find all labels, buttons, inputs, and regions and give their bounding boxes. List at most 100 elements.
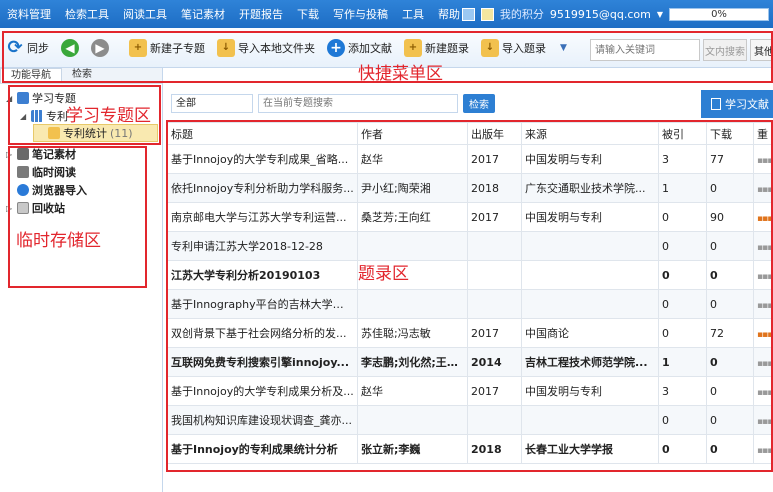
note-icon[interactable] bbox=[480, 7, 494, 21]
cell-year: 2017 bbox=[467, 318, 522, 348]
cell-author: 张立新;李巍 bbox=[357, 434, 468, 464]
back-button[interactable]: ◀ bbox=[55, 33, 85, 63]
record-add-icon: + bbox=[404, 38, 422, 57]
expand-icon[interactable]: ▷ bbox=[6, 150, 14, 159]
project-search-input[interactable] bbox=[258, 94, 458, 113]
importance-icon: ▪▪▪ bbox=[757, 445, 773, 456]
table-row[interactable]: 基于Innojoy的大学专利成果_省略... 赵华 2017 中国发明与专利 3 77 ▪▪… bbox=[167, 144, 773, 174]
other-button[interactable]: 其他 bbox=[750, 39, 773, 61]
learn-doc-button[interactable]: 学习文献 bbox=[701, 90, 773, 118]
import-folder-button[interactable]: ↓ 导入本地文件夹 bbox=[211, 33, 321, 63]
cell-author bbox=[357, 231, 468, 261]
more-dropdown-icon[interactable]: ▼ bbox=[552, 43, 575, 53]
add-doc-button[interactable]: + 添加文献 bbox=[321, 33, 398, 63]
cell-source: 中国发明与专利 bbox=[521, 376, 659, 406]
tree-item-browser-import[interactable]: 浏览器导入 bbox=[6, 182, 87, 198]
importance-icon: ▪▪▪ bbox=[757, 184, 773, 195]
tree-label: 临时阅读 bbox=[32, 166, 76, 179]
tree-item-patent[interactable]: ◢ 专利 bbox=[20, 108, 68, 124]
collapse-icon[interactable]: ◢ bbox=[20, 112, 28, 121]
temp-storage-label: 临时存储区 bbox=[16, 231, 101, 251]
importance-cell[interactable]: ▪▪▪ bbox=[753, 318, 773, 348]
cell-download: 90 bbox=[706, 202, 754, 232]
expand-icon[interactable]: ▷ bbox=[6, 204, 14, 213]
table-row[interactable]: 基于Innojoy的专利成果统计分析 张立新;李巍 2018 长春工业大学学报 0 0 ▪▪… bbox=[167, 434, 773, 464]
cell-author: 赵华 bbox=[357, 144, 468, 174]
table-row[interactable]: 江苏大学专利分析20190103 0 0 ▪▪▪ bbox=[167, 260, 773, 290]
import-record-button[interactable]: ↓ 导入题录 bbox=[475, 33, 552, 63]
importance-icon: ▪▪▪ bbox=[757, 416, 773, 427]
menu-item[interactable]: 开题报告 bbox=[232, 6, 290, 22]
table-row[interactable]: 我国机构知识库建设现状调查_龚亦... 0 0 ▪▪▪ bbox=[167, 405, 773, 435]
cell-author: 尹小红;陶荣湘 bbox=[357, 173, 468, 203]
cell-year: 2018 bbox=[467, 434, 522, 464]
cell-title: 基于Innojoy的专利成果统计分析 bbox=[167, 434, 358, 464]
tab-navigation[interactable]: 功能导航 bbox=[0, 68, 62, 83]
column-header[interactable]: 作者 bbox=[357, 122, 468, 145]
keyword-input[interactable] bbox=[590, 39, 700, 61]
cell-download: 0 bbox=[706, 289, 754, 319]
menu-item[interactable]: 下载 bbox=[290, 6, 326, 22]
column-header[interactable]: 被引 bbox=[658, 122, 707, 145]
collapse-icon[interactable]: ◢ bbox=[6, 94, 14, 103]
account-name[interactable]: 9519915@qq.com bbox=[550, 8, 651, 21]
cell-year bbox=[467, 260, 522, 290]
importance-cell[interactable]: ▪▪▪ bbox=[753, 347, 773, 377]
new-record-button[interactable]: + 新建题录 bbox=[398, 33, 475, 63]
import-folder-label: 导入本地文件夹 bbox=[238, 41, 315, 55]
column-header[interactable]: 下载 bbox=[706, 122, 754, 145]
tree-item-recycle[interactable]: ▷ 回收站 bbox=[6, 200, 65, 216]
menu-item[interactable]: 资料管理 bbox=[0, 6, 58, 22]
tree-item-patent-stats[interactable]: 专利统计 (11) bbox=[33, 124, 158, 142]
table-row[interactable]: 基于Innojoy的大学专利成果分析及... 赵华 2017 中国发明与专利 3 0 ▪▪▪ bbox=[167, 376, 773, 406]
table-row[interactable]: 依托Innojoy专利分析助力学科服务... 尹小红;陶荣湘 2018 广东交通职业技… bbox=[167, 173, 773, 203]
menu-item[interactable]: 阅读工具 bbox=[116, 6, 174, 22]
chevron-down-icon[interactable]: ▼ bbox=[657, 10, 663, 19]
new-subject-button[interactable]: + 新建子专题 bbox=[123, 33, 211, 63]
column-header[interactable]: 标题 bbox=[167, 122, 358, 145]
menu-item[interactable]: 检索工具 bbox=[58, 6, 116, 22]
tree-item-notes[interactable]: ▷ 笔记素材 bbox=[6, 146, 76, 162]
menu-bar: 资料管理 检索工具 阅读工具 笔记素材 开题报告 下载 写作与投稿 工具 帮助 … bbox=[0, 0, 773, 28]
table-row[interactable]: 基于Innography平台的吉林大学专... 0 0 ▪▪▪ bbox=[167, 289, 773, 319]
cell-download: 0 bbox=[706, 405, 754, 435]
sync-button[interactable]: ⟳ 同步 bbox=[0, 33, 55, 63]
table-row[interactable]: 互联网免费专利搜索引擎innojoy... 李志鹏;刘化然;王涛... 2014 吉林… bbox=[167, 347, 773, 377]
tab-search[interactable]: 检索 bbox=[62, 68, 102, 83]
column-header[interactable]: 来源 bbox=[521, 122, 659, 145]
column-header[interactable]: 出版年 bbox=[467, 122, 522, 145]
sync-label: 同步 bbox=[27, 41, 49, 55]
cell-cited: 0 bbox=[658, 434, 707, 464]
cell-year: 2017 bbox=[467, 376, 522, 406]
table-row[interactable]: 双创背景下基于社会网络分析的发... 苏佳聪;冯志敏 2017 中国商论 0 72 ▪▪▪ bbox=[167, 318, 773, 348]
cell-author: 苏佳聪;冯志敏 bbox=[357, 318, 468, 348]
cell-title: 我国机构知识库建设现状调查_龚亦... bbox=[167, 405, 358, 435]
column-header[interactable]: 重 bbox=[753, 122, 773, 145]
forward-button[interactable]: ▶ bbox=[85, 33, 115, 63]
menu-item[interactable]: 工具 bbox=[395, 6, 431, 22]
text-search-button[interactable]: 文内搜索 bbox=[703, 39, 747, 61]
folder-import-icon: ↓ bbox=[217, 38, 235, 57]
importance-icon: ▪▪▪ bbox=[757, 358, 773, 369]
globe-icon bbox=[17, 184, 29, 196]
cell-year: 2014 bbox=[467, 347, 522, 377]
importance-cell[interactable]: ▪▪▪ bbox=[753, 260, 773, 290]
importance-cell[interactable]: ▪▪▪ bbox=[753, 434, 773, 464]
filter-select[interactable]: 全部 bbox=[171, 94, 253, 113]
importance-cell[interactable]: ▪▪▪ bbox=[753, 173, 773, 203]
importance-cell[interactable]: ▪▪▪ bbox=[753, 289, 773, 319]
search-button[interactable]: 检索 bbox=[463, 94, 495, 113]
importance-cell[interactable]: ▪▪▪ bbox=[753, 144, 773, 174]
menu-item[interactable]: 笔记素材 bbox=[174, 6, 232, 22]
tree-item-temp-read[interactable]: 临时阅读 bbox=[6, 164, 76, 180]
importance-cell[interactable]: ▪▪▪ bbox=[753, 376, 773, 406]
window-icon[interactable] bbox=[461, 7, 475, 21]
importance-cell[interactable]: ▪▪▪ bbox=[753, 405, 773, 435]
importance-cell[interactable]: ▪▪▪ bbox=[753, 231, 773, 261]
table-row[interactable]: 专利申请江苏大学2018-12-28 0 0 ▪▪▪ bbox=[167, 231, 773, 261]
importance-cell[interactable]: ▪▪▪ bbox=[753, 202, 773, 232]
records-table: 标题 作者 出版年 来源 被引 下载 重 基于Innojoy的大学专利成果_省略… bbox=[167, 122, 773, 464]
cell-cited: 1 bbox=[658, 347, 707, 377]
menu-item[interactable]: 写作与投稿 bbox=[326, 6, 395, 22]
table-row[interactable]: 南京邮电大学与江苏大学专利运营... 桑芝芳;王向红 2017 中国发明与专利 0 90 ▪… bbox=[167, 202, 773, 232]
